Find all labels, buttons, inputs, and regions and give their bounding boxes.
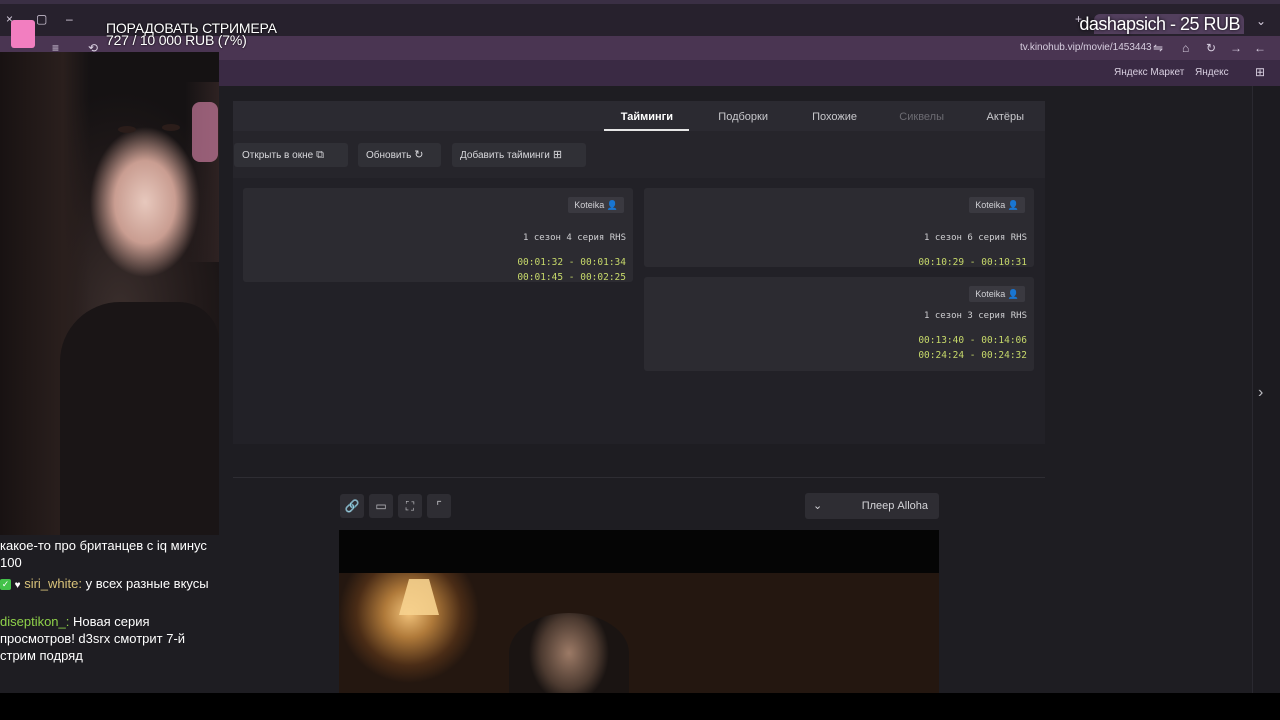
bookmarks-bar: ⊞ Яндекс Яндекс Маркет <box>219 60 1280 86</box>
timing-range[interactable]: 00:01:45 - 00:02:25 <box>517 272 626 283</box>
forward-icon[interactable]: → <box>1230 41 1242 55</box>
site-settings-icon[interactable]: ⇋ <box>1153 41 1163 55</box>
bookmark-yandex[interactable]: Яндекс <box>1195 67 1229 78</box>
episode-label: 1 сезон 6 серия RHS <box>924 233 1027 243</box>
tab-actors[interactable]: Актёры <box>987 111 1024 123</box>
back-icon[interactable]: ← <box>1254 41 1266 55</box>
user-icon: 👤 <box>1007 200 1019 210</box>
add-box-icon: ⊞ <box>552 149 563 161</box>
add-timings-button[interactable]: Добавить тайминги ⊞ <box>452 143 586 167</box>
eye-right <box>162 124 180 131</box>
tabs-row: Актёры Сиквелы Похожие Подборки Тайминги <box>233 101 1045 131</box>
person-image <box>509 613 629 693</box>
page-scrollbar[interactable] <box>1252 86 1280 693</box>
timings-list: Koteika 👤 1 сезон 6 серия RHS 00:10:29 -… <box>233 178 1045 444</box>
donor-alert: dashapsich - 25 RUB <box>1079 14 1240 34</box>
refresh-button[interactable]: Обновить ↻ <box>358 143 441 167</box>
chat-message: diseptikon_: Новая серия просмотров! d3s… <box>0 613 210 664</box>
timing-range[interactable]: 00:01:32 - 00:01:34 <box>517 257 626 268</box>
lamp-image <box>399 579 439 615</box>
tab-timings[interactable]: Тайминги <box>621 111 673 123</box>
divider <box>233 477 1045 478</box>
chat-username: siri_white: <box>24 576 82 591</box>
donation-goal-progress: 727 / 10 000 RUB (7%) <box>106 32 247 48</box>
window-icon: ⧉ <box>316 149 325 161</box>
author-badge: Koteika 👤 <box>969 197 1025 213</box>
tab-similar[interactable]: Похожие <box>812 111 857 123</box>
window-minimize-icon[interactable]: – <box>66 12 73 26</box>
user-icon: 👤 <box>606 200 618 210</box>
author-badge: Koteika 👤 <box>969 286 1025 302</box>
episode-label: 1 сезон 3 серия RHS <box>924 311 1027 321</box>
timing-card: Koteika 👤 1 сезон 3 серия RHS 00:13:40 -… <box>644 277 1034 371</box>
tab-menu-icon[interactable]: ⌄ <box>1256 14 1266 28</box>
chat-text: у всех разные вкусы <box>85 576 209 591</box>
tab-collections[interactable]: Подборки <box>718 111 768 123</box>
timing-card: Koteika 👤 1 сезон 6 серия RHS 00:10:29 -… <box>644 188 1034 268</box>
pink-icon <box>11 20 35 48</box>
comment-icon[interactable]: ▭ <box>369 494 393 518</box>
chevron-down-icon: ⌄ <box>813 500 823 512</box>
reload-icon[interactable]: ↻ <box>1206 41 1216 55</box>
user-icon: 👤 <box>1007 289 1019 299</box>
apps-icon[interactable]: ⊞ <box>1255 65 1265 79</box>
home-icon[interactable]: ⌂ <box>1182 41 1189 55</box>
tab-sequels: Сиквелы <box>899 111 944 123</box>
video-frame <box>339 573 939 693</box>
webcam-feed <box>0 52 219 535</box>
address-bar[interactable]: tv.kinohub.vip/movie/1453443 <box>1020 42 1152 53</box>
author-badge: Koteika 👤 <box>568 197 624 213</box>
page: ⌄ + × ▢ – ← → ↻ ⌂ ⇋ tv.kinohub.vip/movie… <box>0 0 1280 693</box>
expand-icon[interactable]: ⌜ <box>427 494 451 518</box>
check-badge-icon: ✓ <box>0 579 11 591</box>
active-tab-indicator <box>604 129 689 131</box>
timing-range[interactable]: 00:10:29 - 00:10:31 <box>918 257 1027 268</box>
timing-card: Koteika 👤 1 сезон 4 серия RHS 00:01:32 -… <box>243 188 633 283</box>
chat-message: ✓ ♥ siri_white: у всех разные вкусы <box>0 575 210 594</box>
chat-message: какое-то про британцев с iq минус 100 <box>0 538 207 570</box>
link-icon[interactable]: 🔗 <box>340 494 364 518</box>
bookmark-yandex-market[interactable]: Яндекс Маркет <box>1114 67 1184 78</box>
heart-badge-icon: ♥ <box>14 580 21 591</box>
open-in-window-button[interactable]: Открыть в окне ⧉ <box>234 143 348 167</box>
video-player[interactable] <box>339 530 939 693</box>
headset <box>192 102 218 162</box>
sweater <box>60 302 219 535</box>
window-maximize-icon[interactable]: ▢ <box>36 12 47 26</box>
episode-label: 1 сезон 4 серия RHS <box>523 233 626 243</box>
player-select[interactable]: ⌄ Плеер Alloha <box>805 493 939 519</box>
eye-left <box>118 126 136 133</box>
fullscreen-icon[interactable]: ⛶ <box>398 494 422 518</box>
refresh-icon: ↻ <box>414 149 424 161</box>
chevron-right-icon[interactable]: › <box>1258 384 1263 402</box>
chat-username: diseptikon_: <box>0 614 70 629</box>
stream-chat: какое-то про британцев с iq минус 100 ✓ … <box>0 535 219 693</box>
timing-range[interactable]: 00:24:24 - 00:24:32 <box>918 350 1027 361</box>
timing-range[interactable]: 00:13:40 - 00:14:06 <box>918 335 1027 346</box>
